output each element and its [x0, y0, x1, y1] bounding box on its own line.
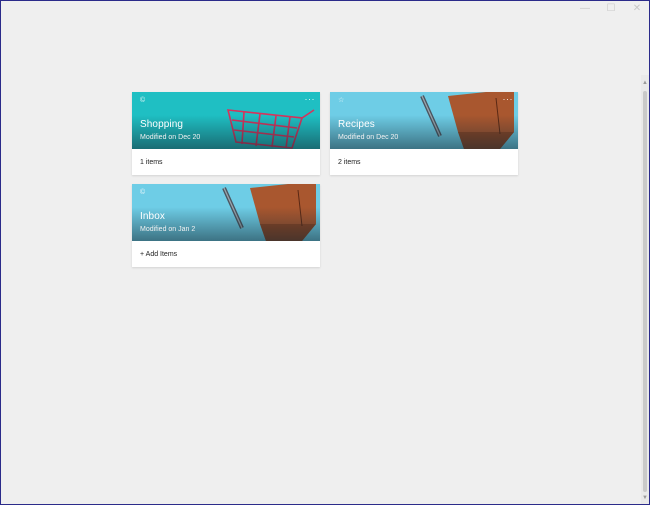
list-card-shopping[interactable]: © ··· Shopping Modified on Dec 20 1 item… [132, 92, 320, 175]
add-items-button[interactable]: + Add Items [132, 241, 320, 267]
more-options-icon[interactable]: ··· [305, 94, 316, 104]
scroll-thumb[interactable] [643, 91, 647, 492]
app-window: — ☐ ✕ © ··· Shopping Modified on Dec 20 … [0, 0, 650, 505]
card-title: Recipes [338, 119, 375, 130]
card-item-count: 2 items [338, 158, 361, 166]
more-options-icon[interactable]: ··· [503, 94, 514, 104]
close-button[interactable]: ✕ [631, 3, 643, 15]
window-controls: — ☐ ✕ [579, 3, 643, 15]
card-modified-date: Modified on Jan 2 [140, 226, 196, 233]
card-header: ☆ ··· Recipes Modified on Dec 20 [330, 92, 518, 149]
list-card-recipes[interactable]: ☆ ··· Recipes Modified on Dec 20 2 items [330, 92, 518, 175]
scroll-up-arrow-icon[interactable]: ▲ [641, 79, 649, 87]
card-modified-date: Modified on Dec 20 [140, 134, 201, 141]
pin-icon[interactable]: © [140, 189, 147, 196]
card-item-count: 1 items [140, 158, 163, 166]
pin-icon[interactable]: © [140, 97, 147, 104]
card-title: Shopping [140, 119, 184, 130]
card-header: © Inbox Modified on Jan 2 [132, 184, 320, 241]
card-title: Inbox [140, 211, 165, 222]
scroll-down-arrow-icon[interactable]: ▼ [641, 494, 649, 502]
card-modified-date: Modified on Dec 20 [338, 134, 399, 141]
maximize-button[interactable]: ☐ [605, 3, 617, 15]
minimize-button[interactable]: — [579, 3, 591, 15]
vertical-scrollbar[interactable]: ▲ ▼ [641, 75, 649, 504]
pin-icon[interactable]: ☆ [338, 97, 345, 104]
card-header: © ··· Shopping Modified on Dec 20 [132, 92, 320, 149]
title-bar: — ☐ ✕ [1, 1, 649, 21]
list-card-inbox[interactable]: © Inbox Modified on Jan 2 + Add Items [132, 184, 320, 267]
